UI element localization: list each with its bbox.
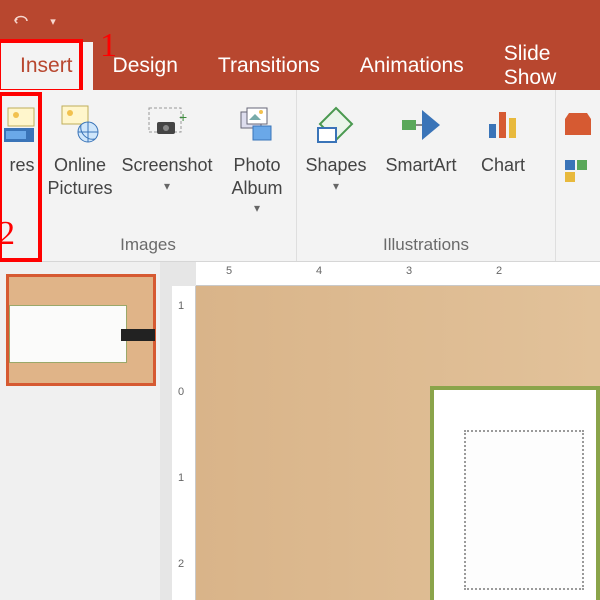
screenshot-label: Screenshot xyxy=(121,154,212,177)
smartart-label: SmartArt xyxy=(385,154,456,177)
undo-button[interactable] xyxy=(8,8,34,34)
undo-icon xyxy=(12,14,30,28)
images-group-label: Images xyxy=(0,233,296,261)
slide-canvas[interactable] xyxy=(196,286,600,600)
my-addins-icon xyxy=(554,156,600,186)
pictures-button[interactable]: res xyxy=(0,90,44,233)
shapes-label: Shapes xyxy=(305,154,366,177)
ruler-tick: 4 xyxy=(316,265,322,277)
slide-shape-card[interactable] xyxy=(430,386,600,600)
tab-animations[interactable]: Animations xyxy=(340,42,484,90)
shapes-icon xyxy=(312,100,360,148)
shapes-button[interactable]: Shapes xyxy=(297,90,375,233)
slide-editor: 5 4 3 2 1 0 1 2 xyxy=(160,262,600,600)
ruler-tick: 1 xyxy=(178,300,184,312)
ruler-tick: 2 xyxy=(178,558,184,570)
tab-transitions[interactable]: Transitions xyxy=(198,42,340,90)
thumbnail-shape-bar xyxy=(121,329,155,341)
title-bar: ▾ xyxy=(0,0,600,42)
chevron-down-icon: ▾ xyxy=(50,15,56,28)
photo-album-icon xyxy=(233,100,281,148)
ribbon: res OnlinePictures xyxy=(0,90,600,262)
photo-album-button[interactable]: PhotoAlbum xyxy=(218,90,296,233)
smartart-button[interactable]: SmartArt xyxy=(375,90,467,233)
slide-placeholder[interactable] xyxy=(464,430,584,590)
online-pictures-icon xyxy=(56,100,104,148)
chart-icon xyxy=(479,100,527,148)
workspace: 5 4 3 2 1 0 1 2 xyxy=(0,262,600,600)
thumbnail-pane[interactable] xyxy=(0,262,160,600)
ribbon-group-illustrations: Shapes SmartArt xyxy=(297,90,556,261)
ruler-tick: 3 xyxy=(406,265,412,277)
tab-design[interactable]: Design xyxy=(93,42,198,90)
tab-insert[interactable]: Insert xyxy=(0,42,93,90)
horizontal-ruler[interactable]: 5 4 3 2 xyxy=(196,262,600,286)
ruler-tick: 5 xyxy=(226,265,232,277)
ribbon-group-images: res OnlinePictures xyxy=(0,90,297,261)
online-pictures-label: OnlinePictures xyxy=(47,154,112,199)
store-icon xyxy=(554,100,600,148)
pictures-label: res xyxy=(9,154,34,177)
screenshot-icon: + xyxy=(143,100,191,148)
illustrations-group-label: Illustrations xyxy=(297,233,555,261)
smartart-icon xyxy=(397,100,445,148)
pictures-icon xyxy=(0,100,46,148)
ruler-tick: 1 xyxy=(178,472,184,484)
slide-thumbnail-1[interactable] xyxy=(6,274,156,386)
store-button[interactable] xyxy=(556,90,600,233)
svg-text:+: + xyxy=(179,109,187,125)
chart-button[interactable]: Chart xyxy=(467,90,539,233)
ruler-tick: 2 xyxy=(496,265,502,277)
photo-album-label: PhotoAlbum xyxy=(231,154,282,199)
customize-qat-button[interactable]: ▾ xyxy=(40,8,66,34)
tab-slideshow[interactable]: Slide Show xyxy=(484,42,600,90)
thumbnail-shape xyxy=(9,305,127,363)
online-pictures-button[interactable]: OnlinePictures xyxy=(44,90,116,233)
ribbon-group-addins-partial xyxy=(556,90,600,261)
screenshot-button[interactable]: + Screenshot xyxy=(116,90,218,233)
chart-label: Chart xyxy=(481,154,525,177)
ribbon-tab-bar: Insert Design Transitions Animations Sli… xyxy=(0,42,600,90)
ruler-tick: 0 xyxy=(178,386,184,398)
vertical-ruler[interactable]: 1 0 1 2 xyxy=(172,286,196,600)
